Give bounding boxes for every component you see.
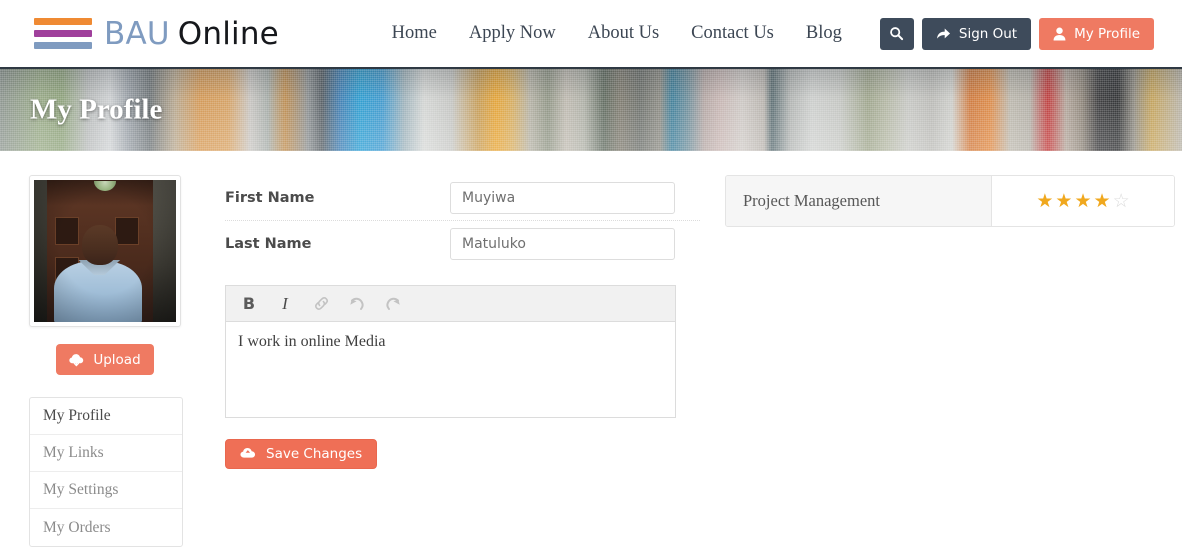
my-profile-button[interactable]: My Profile	[1039, 17, 1154, 50]
italic-icon[interactable]: I	[274, 293, 296, 315]
sidebar-item-my-settings[interactable]: My Settings	[30, 472, 182, 509]
bio-editor: B I I work in online Media	[225, 285, 676, 418]
star-icon[interactable]: ★	[1055, 192, 1072, 211]
nav-item-apply-now[interactable]: Apply Now	[453, 23, 572, 44]
header-actions: Sign Out My Profile	[879, 17, 1154, 50]
search-icon	[890, 27, 904, 41]
field-row-last-name: Last Name	[225, 221, 700, 267]
sidebar-item-my-orders[interactable]: My Orders	[30, 509, 182, 546]
brand-logo[interactable]: BAU Online	[34, 14, 279, 54]
sidebar-item-my-links[interactable]: My Links	[30, 435, 182, 472]
logo-bar-orange	[34, 18, 92, 25]
profile-form: First Name Last Name B I	[200, 175, 700, 547]
cloud-upload-icon	[240, 448, 256, 458]
main-content: Upload My Profile My Links My Settings M…	[0, 151, 1182, 547]
logo-bars-icon	[34, 14, 92, 54]
brand-title: BAU Online	[104, 16, 279, 52]
upload-row: Upload	[29, 344, 181, 375]
last-name-label: Last Name	[225, 236, 312, 252]
profile-menu: My Profile My Links My Settings My Order…	[29, 397, 183, 547]
first-name-label: First Name	[225, 189, 315, 206]
logo-bar-purple	[34, 30, 92, 37]
nav-item-blog[interactable]: Blog	[790, 23, 858, 44]
last-name-input[interactable]	[450, 228, 675, 260]
skill-rating[interactable]: ★ ★ ★ ★ ☆	[992, 176, 1174, 226]
sign-out-button[interactable]: Sign Out	[921, 17, 1032, 50]
undo-icon[interactable]	[346, 293, 368, 315]
save-changes-label: Save Changes	[266, 446, 363, 462]
star-icon[interactable]: ☆	[1113, 192, 1130, 211]
my-profile-label: My Profile	[1074, 25, 1140, 42]
share-arrow-icon	[936, 27, 950, 39]
avatar	[29, 175, 181, 327]
star-icon[interactable]: ★	[1094, 192, 1111, 211]
star-icon[interactable]: ★	[1036, 192, 1053, 211]
page-title: My Profile	[30, 93, 163, 126]
first-name-input[interactable]	[450, 181, 675, 214]
redo-icon[interactable]	[382, 293, 404, 315]
upload-button[interactable]: Upload	[56, 344, 154, 375]
upload-label: Upload	[93, 351, 141, 368]
avatar-photo	[34, 180, 176, 322]
field-row-first-name: First Name	[225, 175, 700, 221]
skills-panel: Project Management ★ ★ ★ ★ ☆	[700, 175, 1182, 547]
cloud-upload-icon	[69, 353, 84, 366]
main-navigation: Home Apply Now About Us Contact Us Blog …	[376, 17, 1154, 50]
profile-sidebar: Upload My Profile My Links My Settings M…	[0, 175, 200, 547]
editor-toolbar: B I	[225, 285, 676, 321]
logo-bar-blue	[34, 42, 92, 49]
search-button[interactable]	[879, 17, 914, 50]
nav-item-contact-us[interactable]: Contact Us	[675, 23, 790, 44]
save-changes-button[interactable]: Save Changes	[225, 439, 378, 469]
site-header: BAU Online Home Apply Now About Us Contac…	[0, 0, 1182, 67]
nav-item-about-us[interactable]: About Us	[572, 23, 675, 44]
user-icon	[1053, 27, 1066, 40]
sign-out-label: Sign Out	[958, 25, 1018, 42]
sidebar-item-my-profile[interactable]: My Profile	[30, 398, 182, 435]
star-icon[interactable]: ★	[1074, 192, 1091, 211]
skill-row: Project Management ★ ★ ★ ★ ☆	[725, 175, 1175, 227]
photo-vignette	[34, 180, 176, 322]
bio-textarea[interactable]: I work in online Media	[225, 321, 676, 418]
link-icon[interactable]	[310, 293, 332, 315]
brand-title-bau: BAU	[104, 15, 170, 52]
brand-title-online: Online	[177, 15, 279, 52]
bold-icon[interactable]: B	[238, 293, 260, 315]
page-banner: My Profile	[0, 67, 1182, 151]
nav-item-home[interactable]: Home	[376, 23, 453, 44]
skill-name: Project Management	[726, 176, 992, 226]
